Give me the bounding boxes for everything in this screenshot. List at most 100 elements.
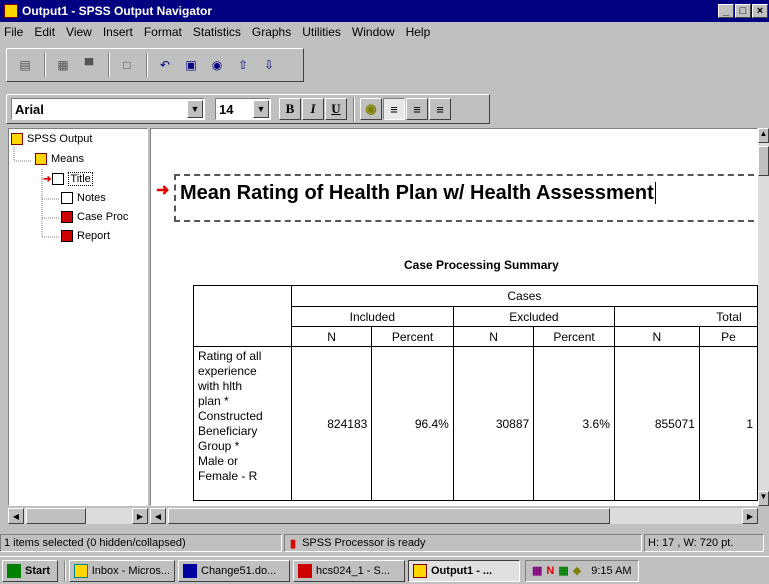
case-processing-table[interactable]: Cases Included Excluded Total N Percent … (193, 285, 758, 501)
table-clip: Cases Included Excluded Total N Percent … (193, 285, 758, 506)
row-label-line: Male or (198, 454, 239, 468)
menu-insert[interactable]: Insert (103, 25, 133, 39)
minimize-button[interactable]: _ (718, 4, 734, 18)
demote-icon[interactable]: ⇩ (257, 53, 281, 77)
table-cell: 824183 (290, 346, 373, 501)
outline-group-label: Means (51, 153, 85, 165)
output-title[interactable]: Mean Rating of Health Plan w/ Health Ass… (174, 174, 754, 222)
vertical-scrollbar[interactable]: ▲ ▼ (758, 128, 769, 506)
col-header: N (452, 326, 535, 347)
processor-flag-icon: ▮ (290, 537, 297, 550)
scroll-down-icon[interactable]: ▼ (758, 491, 769, 506)
system-tray: ▦ N ▦ ◆ 9:15 AM (525, 559, 639, 582)
outlook-icon (74, 563, 88, 578)
pivot-table-icon (61, 230, 73, 242)
book-icon (11, 133, 23, 145)
table-title: Case Processing Summary (404, 258, 559, 272)
scroll-thumb[interactable] (26, 508, 86, 524)
start-label: Start (25, 564, 51, 577)
menu-window[interactable]: Window (352, 25, 395, 39)
col-header: Pe (698, 326, 758, 347)
start-button[interactable]: Start (2, 559, 58, 582)
data-editor-icon[interactable]: ▦ (51, 53, 75, 77)
menu-format[interactable]: Format (144, 25, 182, 39)
status-bar: 1 items selected (0 hidden/collapsed) ▮ … (0, 532, 769, 554)
row-label-line: Group * (198, 439, 240, 453)
format-toolbar: Arial ▼ 14 ▼ B I U ◉ ≡ ≡ ≡ (6, 94, 490, 124)
content-horizontal-scrollbar[interactable]: ◀ ▶ (150, 508, 758, 524)
word-doc-icon (183, 563, 197, 578)
outline-root[interactable]: SPSS Output (11, 133, 92, 145)
outline-item-report[interactable]: Report (61, 230, 110, 242)
menu-edit[interactable]: Edit (34, 25, 55, 39)
group-header: Included (290, 306, 454, 327)
col-header: Percent (533, 326, 615, 347)
spss-app-icon[interactable] (4, 4, 18, 18)
goto-chart-icon[interactable]: ▣ (179, 53, 203, 77)
tray-n-icon[interactable]: N (546, 565, 554, 577)
scroll-right-icon[interactable]: ▶ (132, 508, 148, 524)
italic-button[interactable]: I (302, 98, 324, 120)
outline-horizontal-scrollbar[interactable]: ◀ ▶ (8, 508, 148, 524)
outline-group-means[interactable]: Means (35, 153, 84, 165)
chevron-down-icon[interactable]: ▼ (253, 100, 269, 118)
processor-status-text: SPSS Processor is ready (302, 537, 426, 549)
print-preview-icon[interactable]: ▤ (13, 53, 37, 77)
scroll-up-icon[interactable]: ▲ (758, 128, 769, 143)
outline-item-case-processing[interactable]: Case Proc (61, 211, 128, 223)
chevron-down-icon[interactable]: ▼ (187, 100, 203, 118)
task-spss-data[interactable]: hcs024_1 - S... (293, 559, 405, 582)
table-cell: 30887 (452, 346, 535, 501)
menu-help[interactable]: Help (406, 25, 431, 39)
bold-button[interactable]: B (279, 98, 301, 120)
outline-pane[interactable]: SPSS Output Means ➜ Title Notes Case Pro… (8, 128, 148, 506)
menu-utilities[interactable]: Utilities (302, 25, 341, 39)
scroll-thumb[interactable] (168, 508, 610, 524)
output-title-text: Mean Rating of Health Plan w/ Health Ass… (180, 182, 654, 204)
spss-output-icon (413, 563, 427, 578)
menu-bar: File Edit View Insert Format Statistics … (0, 22, 769, 42)
task-inbox[interactable]: Inbox - Micros... (69, 559, 175, 582)
font-size-select[interactable]: 14 ▼ (215, 98, 271, 120)
font-family-select[interactable]: Arial ▼ (11, 98, 205, 120)
chart-icon[interactable]: ▀ (77, 53, 101, 77)
menu-view[interactable]: View (66, 25, 92, 39)
tray-app-icon[interactable]: ▦ (532, 564, 542, 577)
clock[interactable]: 9:15 AM (591, 565, 631, 577)
variables-icon[interactable]: □ (115, 53, 139, 77)
processor-status: ▮ SPSS Processor is ready (284, 534, 642, 552)
align-left-icon[interactable]: ≡ (383, 98, 405, 120)
scroll-left-icon[interactable]: ◀ (150, 508, 166, 524)
underline-button[interactable]: U (325, 98, 347, 120)
tray-grid-icon[interactable]: ▦ (558, 564, 568, 577)
menu-file[interactable]: File (4, 25, 23, 39)
row-label-line: Female - R (198, 469, 258, 483)
scroll-thumb[interactable] (758, 146, 769, 176)
promote-icon[interactable]: ⇧ (231, 53, 255, 77)
scroll-left-icon[interactable]: ◀ (8, 508, 24, 524)
menu-graphs[interactable]: Graphs (252, 25, 291, 39)
tray-speaker-icon[interactable]: ◆ (573, 564, 581, 577)
align-center-icon[interactable]: ≡ (406, 98, 428, 120)
standard-toolbar: ▤ ▦ ▀ □ ↶ ▣ ◉ ⇧ ⇩ (6, 48, 304, 82)
outline-item-title[interactable]: ➜ Title (43, 172, 93, 186)
dimensions-status: H: 17 , W: 720 pt. (644, 534, 764, 552)
row-label-line: with hlth (198, 379, 243, 393)
color-palette-icon[interactable]: ◉ (360, 98, 382, 120)
scroll-right-icon[interactable]: ▶ (742, 508, 758, 524)
col-header: N (290, 326, 373, 347)
menu-statistics[interactable]: Statistics (193, 25, 241, 39)
spss-data-icon (298, 563, 312, 578)
task-output[interactable]: Output1 - ... (408, 559, 520, 582)
align-right-icon[interactable]: ≡ (429, 98, 451, 120)
close-button[interactable]: × (752, 4, 768, 18)
group-header: Total (613, 306, 758, 327)
find-icon[interactable]: ◉ (205, 53, 229, 77)
task-word[interactable]: Change51.do... (178, 559, 290, 582)
taskbar-separator (64, 560, 66, 581)
undo-icon[interactable]: ↶ (153, 53, 177, 77)
maximize-button[interactable]: □ (735, 4, 751, 18)
outline-item-label: Notes (77, 192, 106, 204)
window-titlebar[interactable]: Output1 - SPSS Output Navigator _ □ × (0, 0, 769, 22)
outline-item-notes[interactable]: Notes (61, 192, 106, 204)
